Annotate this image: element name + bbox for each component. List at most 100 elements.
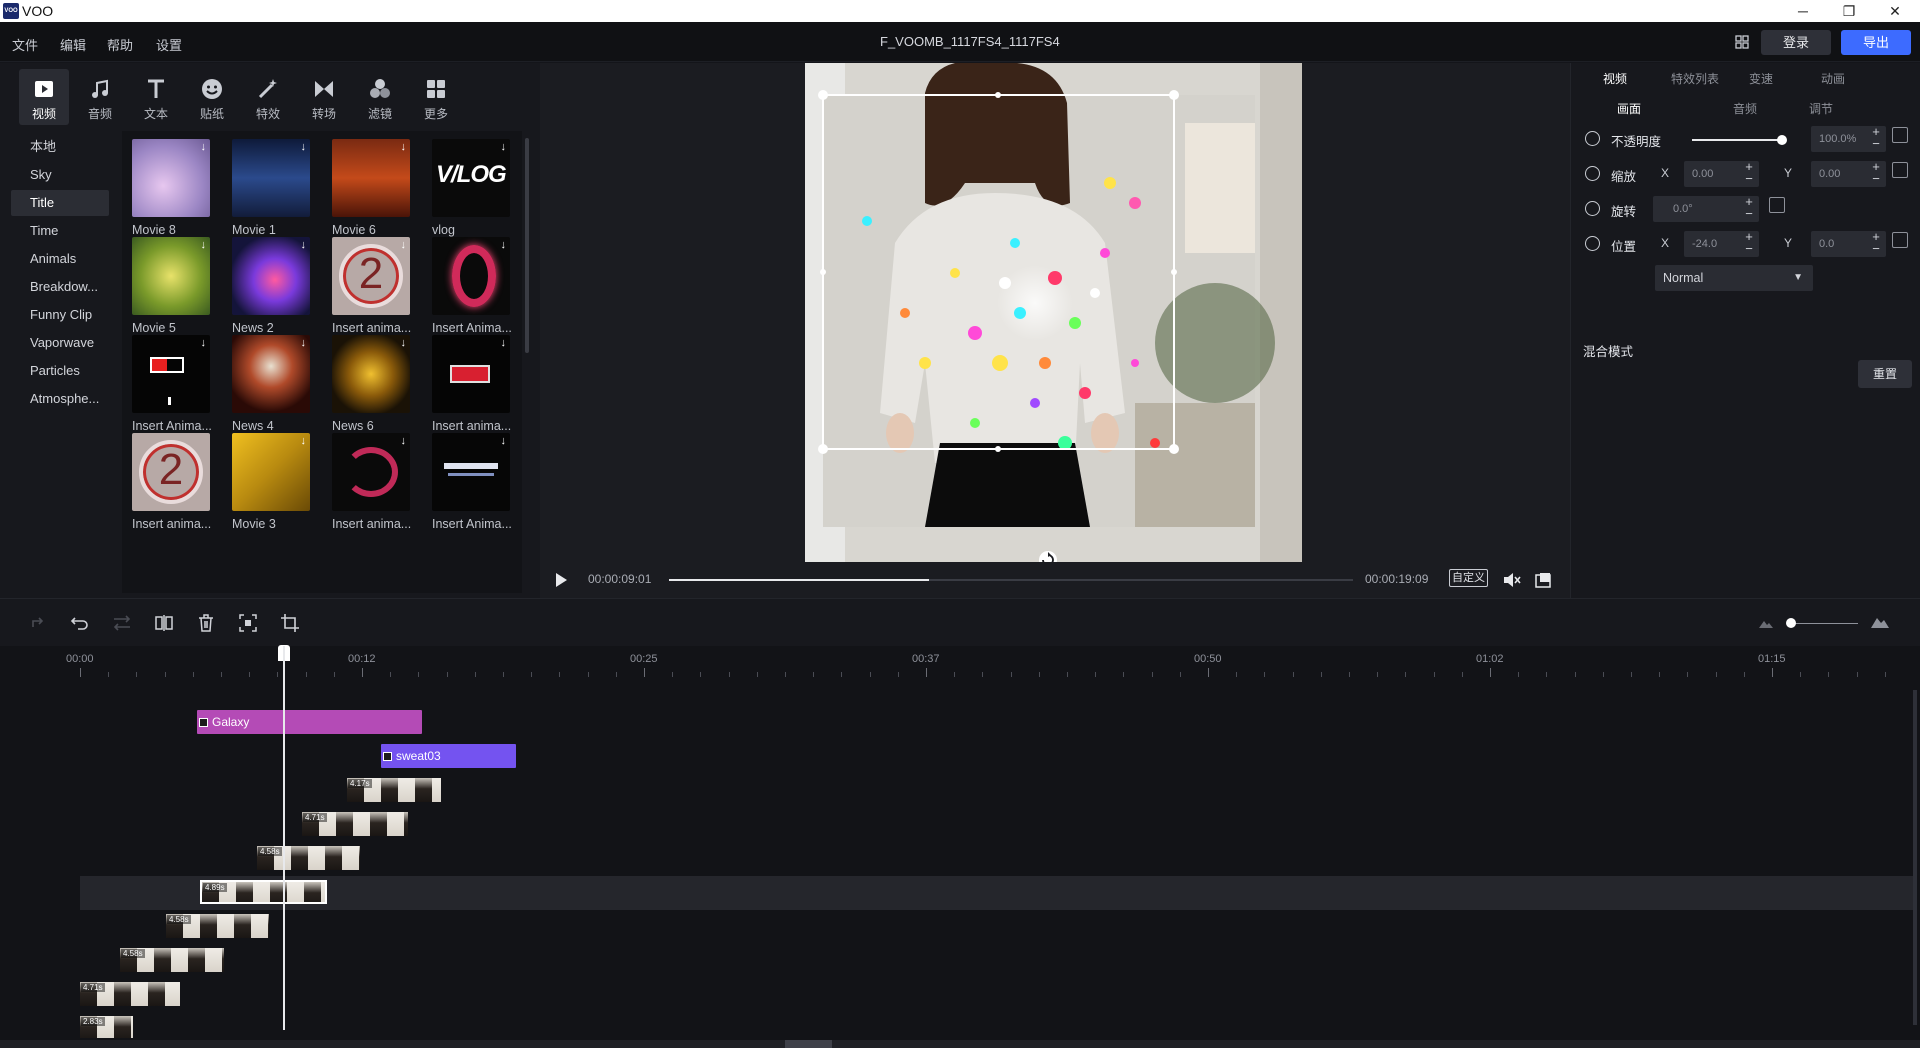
curve-graph-icon[interactable]: [1892, 127, 1908, 143]
download-icon[interactable]: ↓: [401, 239, 407, 251]
download-icon[interactable]: ↓: [201, 239, 207, 251]
keyframe-clock-icon[interactable]: [1585, 236, 1600, 251]
crop-icon[interactable]: [280, 613, 300, 633]
subtab-adjust[interactable]: 调节: [1809, 100, 1833, 117]
download-icon[interactable]: ↓: [501, 435, 507, 447]
zoom-in-mountain-icon[interactable]: [1870, 614, 1890, 629]
opacity-slider[interactable]: [1692, 135, 1787, 145]
zoom-slider-knob[interactable]: [1786, 618, 1796, 628]
video-clip-selected[interactable]: 4.89s: [200, 880, 327, 904]
subcategory-item[interactable]: Atmosphe...: [11, 386, 109, 412]
video-clip[interactable]: 4.71s: [302, 812, 408, 836]
asset-tile[interactable]: ↓ Movie 1: [222, 131, 312, 241]
rotate-input[interactable]: 0.0° + −: [1653, 195, 1759, 222]
stepper-icon[interactable]: + −: [1743, 160, 1755, 185]
asset-tile[interactable]: ↓ Movie 3: [222, 425, 312, 535]
fit-frame-icon[interactable]: [238, 613, 258, 633]
clip-galaxy[interactable]: Galaxy: [197, 710, 422, 734]
asset-tile[interactable]: 2 ↓ Insert anima...: [322, 229, 412, 339]
horizontal-scrollbar-track[interactable]: [0, 1040, 1920, 1048]
custom-ratio-button[interactable]: 自定义: [1449, 569, 1488, 587]
tab-effect-list[interactable]: 特效列表: [1671, 70, 1719, 87]
curve-graph-icon[interactable]: [1769, 197, 1785, 213]
subcategory-item[interactable]: Animals: [11, 246, 109, 272]
zoom-slider[interactable]: [1790, 623, 1858, 624]
stepper-icon[interactable]: + −: [1870, 230, 1882, 255]
delete-icon[interactable]: [196, 613, 216, 633]
asset-tile[interactable]: ↓ Insert Anima...: [122, 327, 212, 437]
login-button[interactable]: 登录: [1761, 30, 1831, 55]
asset-tile[interactable]: ↓ Movie 6: [322, 131, 412, 241]
subcategory-item[interactable]: Particles: [11, 358, 109, 384]
download-icon[interactable]: ↓: [301, 141, 307, 153]
download-icon[interactable]: ↓: [301, 239, 307, 251]
download-icon[interactable]: ↓: [401, 141, 407, 153]
undo-icon[interactable]: [70, 613, 90, 633]
asset-tile[interactable]: ↓ Insert Anima...: [422, 425, 512, 535]
fullscreen-icon[interactable]: [1535, 572, 1551, 588]
stepper-icon[interactable]: + −: [1870, 125, 1882, 150]
stepper-icon[interactable]: + −: [1743, 195, 1755, 220]
tab-audio[interactable]: 音频: [75, 69, 125, 125]
layout-grid-icon[interactable]: [1735, 35, 1749, 49]
menu-help[interactable]: 帮助: [107, 35, 133, 54]
playhead[interactable]: [283, 646, 285, 1030]
blend-mode-select[interactable]: Normal ▼: [1655, 265, 1813, 291]
position-y-input[interactable]: 0.0 + −: [1811, 230, 1886, 257]
keyframe-clock-icon[interactable]: [1585, 131, 1600, 146]
stepper-icon[interactable]: + −: [1743, 230, 1755, 255]
tab-animation[interactable]: 动画: [1821, 70, 1845, 87]
split-icon[interactable]: [154, 613, 174, 633]
menu-edit[interactable]: 编辑: [60, 35, 86, 54]
restore-icon[interactable]: ❐: [1826, 0, 1872, 22]
play-icon[interactable]: [554, 572, 568, 588]
asset-tile[interactable]: ↓ Insert anima...: [422, 327, 512, 437]
keyframe-clock-icon[interactable]: [1585, 201, 1600, 216]
clip-sweat03[interactable]: sweat03: [381, 744, 516, 768]
menu-file[interactable]: 文件: [12, 35, 38, 54]
asset-tile[interactable]: ↓ News 4: [222, 327, 312, 437]
export-button[interactable]: 导出: [1841, 30, 1911, 55]
download-icon[interactable]: ↓: [201, 141, 207, 153]
subcategory-item[interactable]: Vaporwave: [11, 330, 109, 356]
minimize-icon[interactable]: ─: [1780, 0, 1826, 22]
subcategory-item[interactable]: Sky: [11, 162, 109, 188]
preview-canvas[interactable]: [805, 63, 1302, 562]
menu-settings[interactable]: 设置: [156, 35, 182, 54]
redo-icon[interactable]: [112, 613, 132, 633]
asset-tile[interactable]: ↓ Insert anima...: [322, 425, 412, 535]
video-clip[interactable]: 4.71s: [80, 982, 180, 1006]
tab-sticker[interactable]: 贴纸: [187, 69, 237, 125]
tab-video-props[interactable]: 视频: [1603, 70, 1627, 87]
tab-more[interactable]: 更多: [411, 69, 461, 125]
curve-graph-icon[interactable]: [1892, 232, 1908, 248]
download-icon[interactable]: ↓: [501, 337, 507, 349]
tab-video[interactable]: 视频: [19, 69, 69, 125]
redo-disabled-icon[interactable]: [28, 613, 48, 633]
asset-tile[interactable]: ↓ News 2: [222, 229, 312, 339]
video-clip[interactable]: 4.17s: [347, 778, 441, 802]
mute-icon[interactable]: [1503, 572, 1521, 588]
video-clip[interactable]: 2.83s: [80, 1016, 133, 1038]
asset-tile[interactable]: ↓ News 6: [322, 327, 412, 437]
asset-tile[interactable]: 2 Insert anima...: [122, 425, 212, 535]
download-icon[interactable]: ↓: [501, 239, 507, 251]
opacity-input[interactable]: 100.0% + −: [1811, 125, 1886, 152]
subtab-picture[interactable]: 画面: [1617, 100, 1641, 117]
library-scrollbar[interactable]: [525, 138, 529, 353]
tab-filter[interactable]: 滤镜: [355, 69, 405, 125]
stepper-icon[interactable]: + −: [1870, 160, 1882, 185]
tab-text[interactable]: 文本: [131, 69, 181, 125]
asset-tile[interactable]: ↓ Movie 8: [122, 131, 212, 241]
video-clip[interactable]: 4.58s: [257, 846, 360, 870]
playback-progress[interactable]: [669, 579, 1353, 581]
subcategory-item[interactable]: 本地: [11, 134, 109, 160]
horizontal-scrollbar-thumb[interactable]: [785, 1040, 832, 1048]
subcategory-item[interactable]: Breakdow...: [11, 274, 109, 300]
scale-x-input[interactable]: 0.00 + −: [1684, 160, 1759, 187]
keyframe-clock-icon[interactable]: [1585, 166, 1600, 181]
reset-button[interactable]: 重置: [1858, 360, 1912, 388]
asset-tile[interactable]: ↓ Movie 5: [122, 229, 212, 339]
video-clip[interactable]: 4.58s: [120, 948, 224, 972]
asset-tile[interactable]: ↓ Insert Anima...: [422, 229, 512, 339]
